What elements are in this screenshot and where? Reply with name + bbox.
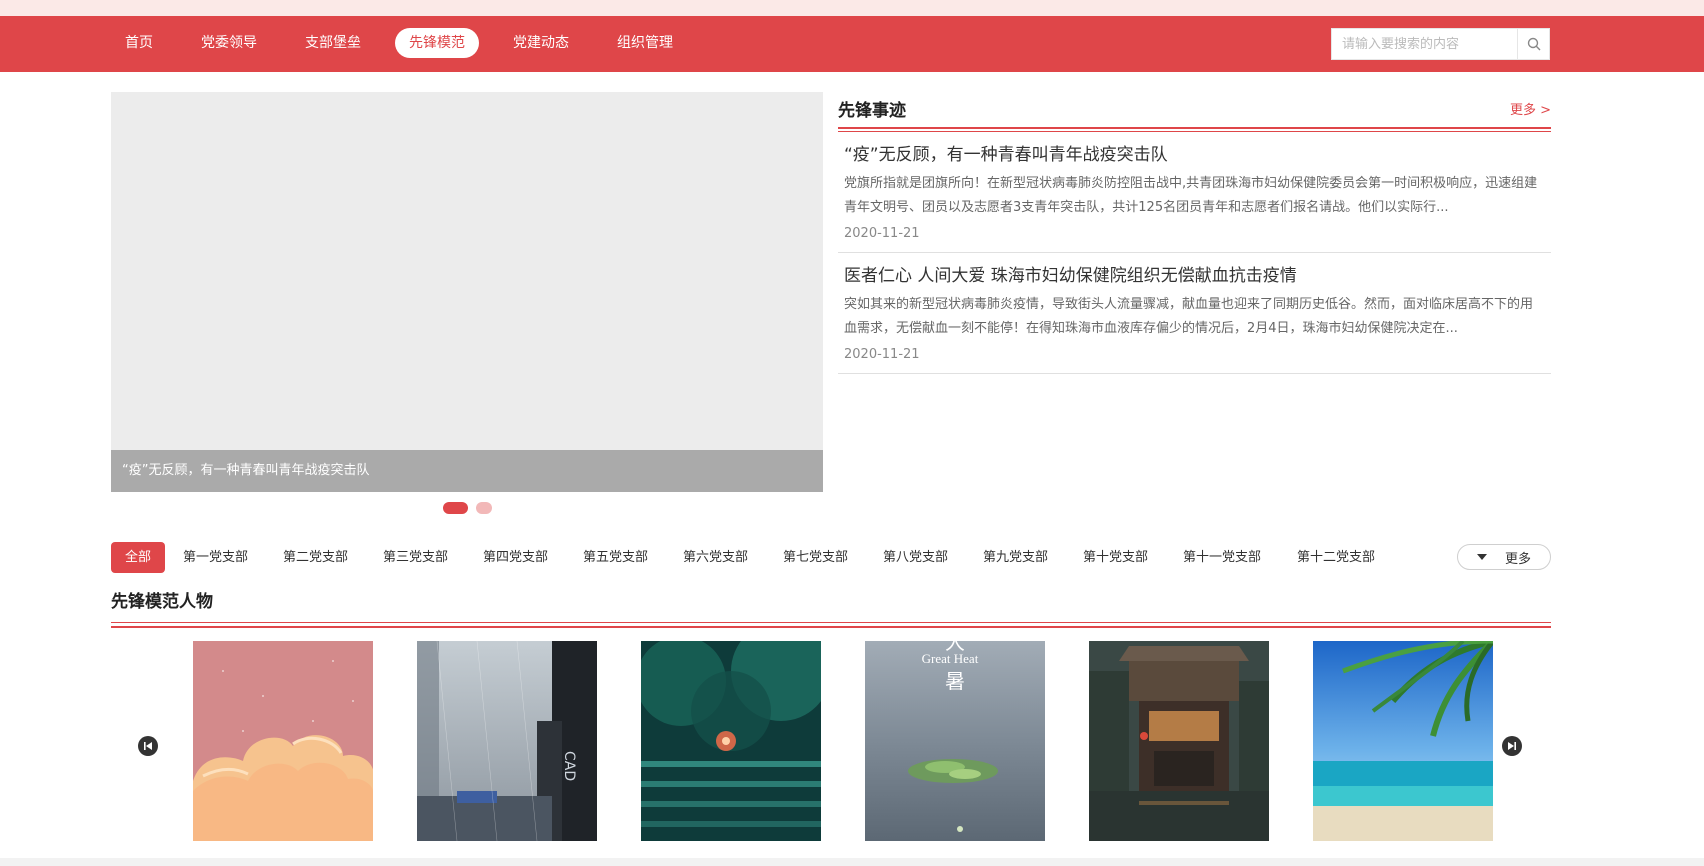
great-heat-lotus-image[interactable]: 大 Great Heat 暑 (865, 641, 1045, 841)
branch-tab-3[interactable]: 第三党支部 (383, 542, 448, 573)
top-strip (0, 0, 1704, 16)
search-button[interactable] (1517, 29, 1549, 59)
section-title: 先锋事迹 (838, 100, 906, 121)
branch-more-label: 更多 (1504, 551, 1531, 567)
nav-item-home[interactable]: 首页 (111, 28, 167, 58)
carousel-next-button[interactable] (1502, 736, 1522, 756)
branch-tab-2[interactable]: 第二党支部 (283, 542, 348, 573)
great-heat-zh: 暑 (945, 669, 965, 693)
caret-down-icon (1476, 554, 1487, 560)
skip-next-icon (1508, 742, 1516, 750)
news-item-summary: 突如其来的新型冠状病毒肺炎疫情，导致街头人流量骤减，献血量也迎来了同期历史低谷。… (844, 297, 1534, 336)
branch-tab-all[interactable]: 全部 (111, 542, 166, 573)
branch-tab-4[interactable]: 第四党支部 (483, 542, 548, 573)
nav-item-branch-fortress[interactable]: 支部堡垒 (291, 28, 375, 58)
news-header: 先锋事迹 更多 > (838, 92, 1551, 124)
branch-tab-1[interactable]: 第一党支部 (183, 542, 248, 573)
banner-dot-1[interactable] (443, 502, 468, 514)
section-title: 先锋模范人物 (111, 592, 213, 612)
nav-item-pioneer-model[interactable]: 先锋模范 (395, 28, 479, 58)
branch-tab-7[interactable]: 第七党支部 (783, 542, 848, 573)
main-navbar: 首页 党委领导 支部堡垒 先锋模范 党建动态 组织管理 (0, 16, 1704, 72)
nav-item-party-leadership[interactable]: 党委领导 (187, 28, 271, 58)
banner-dot-2[interactable] (476, 502, 492, 514)
section-divider (111, 622, 1551, 628)
search-input[interactable] (1332, 29, 1517, 59)
news-item-summary: 党旗所指就是团旗所向！在新型冠状病毒肺炎防控阻击战中,共青团珠海市妇幼保健院委员… (844, 176, 1538, 215)
pioneer-people-header: 先锋模范人物 (111, 590, 1551, 628)
branch-filter-tabs: 全部 第一党支部 第二党支部 第三党支部 第四党支部 第五党支部 第六党支部 第… (111, 542, 1551, 573)
search-box (1331, 28, 1550, 60)
branch-tab-5[interactable]: 第五党支部 (583, 542, 648, 573)
branch-tab-6[interactable]: 第六党支部 (683, 542, 748, 573)
banner-slideshow[interactable]: “疫”无反顾，有一种青春叫青年战疫突击队 (111, 92, 823, 492)
branch-tab-8[interactable]: 第八党支部 (883, 542, 948, 573)
palm-beach-image[interactable] (1313, 641, 1493, 841)
nav-item-organization[interactable]: 组织管理 (603, 28, 687, 58)
banner-pagination (443, 502, 492, 514)
branch-tab-11[interactable]: 第十一党支部 (1183, 542, 1261, 573)
branch-tab-10[interactable]: 第十党支部 (1083, 542, 1148, 573)
branch-more-button[interactable]: 更多 (1457, 544, 1551, 570)
pink-clouds-image[interactable] (193, 641, 373, 841)
search-icon (1527, 37, 1540, 51)
rainy-street-house-image[interactable] (1089, 641, 1269, 841)
news-item-title[interactable]: 医者仁心 人间大爱 珠海市妇幼保健院组织无偿献血抗击疫情 (844, 263, 1545, 289)
forest-steps-image[interactable] (641, 641, 821, 841)
branch-tab-9[interactable]: 第九党支部 (983, 542, 1048, 573)
nav-item-party-news[interactable]: 党建动态 (499, 28, 583, 58)
news-item-date: 2020-11-21 (844, 226, 920, 241)
news-item: “疫”无反顾，有一种青春叫青年战疫突击队 党旗所指就是团旗所向！在新型冠状病毒肺… (838, 132, 1551, 253)
news-item: 医者仁心 人间大爱 珠海市妇幼保健院组织无偿献血抗击疫情 突如其来的新型冠状病毒… (838, 253, 1551, 374)
carousel-prev-button[interactable] (138, 736, 158, 756)
nav-menu: 首页 党委领导 支部堡垒 先锋模范 党建动态 组织管理 (111, 28, 707, 58)
footer-divider (0, 858, 1704, 866)
rainy-city-image[interactable]: CAD (417, 641, 597, 841)
great-heat-en: Great Heat (922, 651, 979, 666)
news-item-title[interactable]: “疫”无反顾，有一种青春叫青年战疫突击队 (844, 142, 1545, 168)
pioneer-deeds-panel: 先锋事迹 更多 > “疫”无反顾，有一种青春叫青年战疫突击队 党旗所指就是团旗所… (838, 92, 1551, 374)
banner-caption: “疫”无反顾，有一种青春叫青年战疫突击队 (111, 450, 823, 492)
news-item-date: 2020-11-21 (844, 347, 920, 362)
branch-tab-12[interactable]: 第十二党支部 (1297, 542, 1375, 573)
svg-text:CAD: CAD (561, 751, 577, 781)
skip-previous-icon (144, 742, 152, 750)
more-link[interactable]: 更多 > (1510, 99, 1551, 118)
